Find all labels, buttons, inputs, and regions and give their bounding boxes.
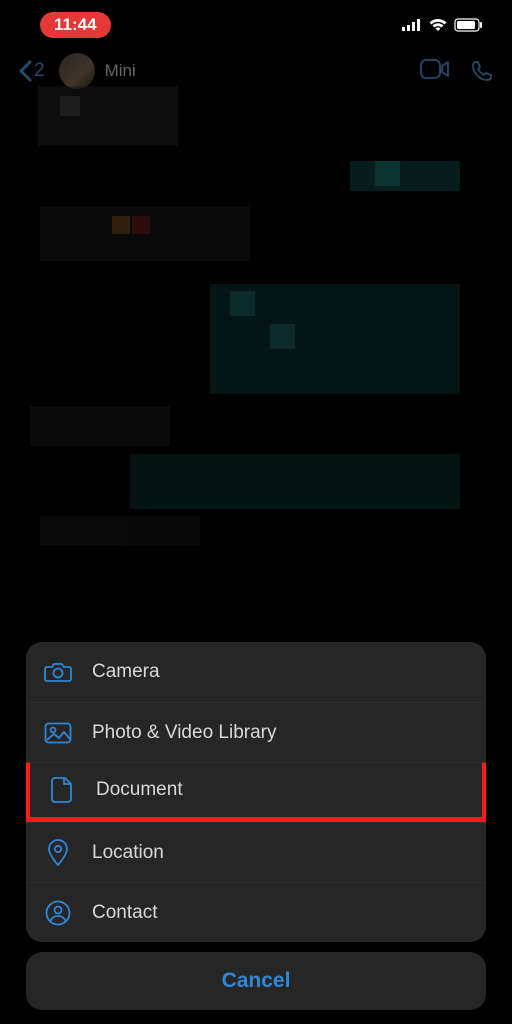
voice-call-icon[interactable] [470,59,494,83]
contact-info[interactable]: Mini [105,61,420,81]
action-location-label: Location [92,842,164,864]
document-icon [48,777,76,803]
action-contact-label: Contact [92,902,157,924]
chevron-left-icon [18,60,32,82]
cancel-button[interactable]: Cancel [26,952,486,1010]
action-contact[interactable]: Contact [26,882,486,942]
status-bar: 11:44 [0,0,512,46]
photo-icon [44,722,72,744]
attachment-sheet-container: Camera Photo & Video Library Document Lo… [26,642,486,1010]
action-document[interactable]: Document [26,762,486,822]
action-photo-library[interactable]: Photo & Video Library [26,702,486,762]
action-photo-library-label: Photo & Video Library [92,722,277,744]
avatar[interactable] [59,53,95,89]
video-call-icon[interactable] [420,59,450,83]
contact-name: Mini [105,61,420,81]
back-badge: 2 [34,60,45,82]
action-location[interactable]: Location [26,822,486,882]
cancel-button-label: Cancel [222,969,291,993]
location-icon [44,839,72,867]
attachment-action-sheet: Camera Photo & Video Library Document Lo… [26,642,486,942]
chat-nav-bar: 2 Mini [0,46,512,100]
status-time-pill: 11:44 [40,12,111,38]
wifi-icon [428,18,448,32]
chat-background [0,66,512,586]
battery-icon [454,18,484,32]
status-icons [402,18,484,32]
camera-icon [44,661,72,683]
contact-icon [44,900,72,926]
cellular-icon [402,19,422,31]
back-button[interactable]: 2 [18,60,45,82]
action-camera[interactable]: Camera [26,642,486,702]
action-document-label: Document [96,779,183,801]
action-camera-label: Camera [92,661,160,683]
